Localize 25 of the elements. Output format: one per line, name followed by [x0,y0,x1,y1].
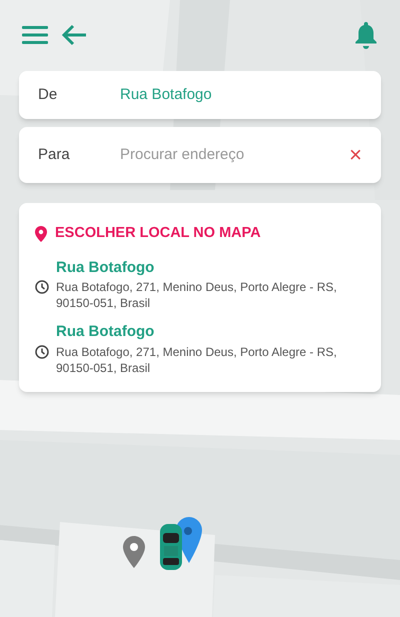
clear-button[interactable]: × [349,144,362,166]
address-input[interactable]: Procurar endereço [120,144,342,166]
menu-icon [22,25,48,45]
from-field[interactable]: De Rua Botafogo [19,71,381,119]
to-field[interactable]: Para Procurar endereço × [19,127,381,183]
back-button[interactable] [61,24,87,46]
notifications-button[interactable] [354,21,378,49]
pick-on-map-button[interactable]: ESCOLHER LOCAL NO MAPA [35,223,261,245]
field-label: Para [38,144,71,165]
menu-button[interactable] [22,25,48,45]
car-icon [160,524,182,570]
clock-icon [35,344,49,359]
address-title: Rua Botafogo [55,322,156,342]
address-title: Rua Botafogo [55,258,156,278]
address-text: Rua Botafogo, 271, Menino Deus, Porto Alegre - RS, 90150-051, Brasil [56,279,338,312]
field-label: De [38,84,58,105]
recent-address-item[interactable]: Rua Botafogo Rua Botafogo, 271, Menino Deus, Porto Alegre - RS, 90150-051, Brasil [35,256,365,312]
recent-address-item[interactable]: Rua Botafogo Rua Botafogo, 271, Menino Deus, Porto Alegre - RS, 90150-051, Brasil [35,321,365,376]
map-pin-icon [123,536,145,568]
location-pin-icon [35,226,47,242]
field-value: Rua Botafogo [120,84,212,105]
back-arrow-icon [61,24,87,46]
bell-icon [354,21,378,49]
address-text: Rua Botafogo, 271, Menino Deus, Porto Alegre - RS, 90150-051, Brasil [56,344,338,376]
clock-icon [35,280,49,294]
